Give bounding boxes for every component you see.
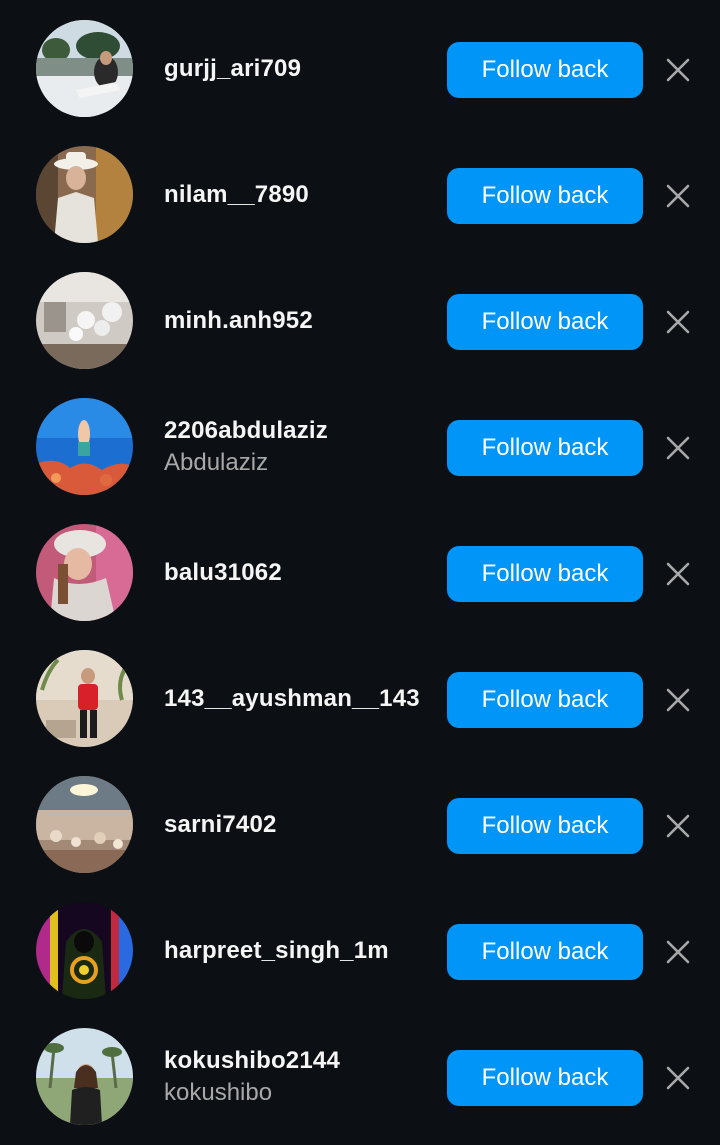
follow-back-button[interactable]: Follow back (447, 420, 643, 476)
avatar-image (36, 902, 133, 999)
close-icon (666, 562, 690, 586)
avatar[interactable] (36, 146, 133, 243)
username[interactable]: nilam__7890 (164, 179, 309, 211)
close-icon (666, 940, 690, 964)
full-name: kokushibo (164, 1079, 273, 1106)
avatar[interactable] (36, 1028, 133, 1125)
username[interactable]: sarni7402 (164, 809, 277, 841)
avatar-image (36, 1028, 133, 1125)
avatar[interactable] (36, 776, 133, 873)
avatar[interactable] (36, 398, 133, 495)
remove-follower-button[interactable] (662, 684, 694, 716)
avatar-image (36, 20, 133, 117)
close-icon (666, 688, 690, 712)
remove-follower-button[interactable] (662, 936, 694, 968)
full-name: Abdulaziz (164, 449, 269, 476)
avatar[interactable] (36, 650, 133, 747)
follower-row[interactable]: balu31062 Follow back (0, 504, 720, 630)
follower-row[interactable]: minh.anh952 Follow back (0, 252, 720, 378)
avatar[interactable] (36, 902, 133, 999)
remove-follower-button[interactable] (662, 180, 694, 212)
follower-row[interactable]: 2206abdulaziz Abdulaziz Follow back (0, 378, 720, 504)
follower-row[interactable]: kokushibo2144 kokushibo Follow back (0, 1008, 720, 1134)
close-icon (666, 310, 690, 334)
avatar-image (36, 398, 133, 495)
close-icon (666, 184, 690, 208)
username[interactable]: harpreet_singh_1m (164, 935, 389, 967)
user-names: balu31062 (164, 504, 282, 642)
user-names: 2206abdulaziz Abdulaziz (164, 378, 328, 516)
follow-back-button[interactable]: Follow back (447, 42, 643, 98)
follow-back-button[interactable]: Follow back (447, 294, 643, 350)
avatar-image (36, 650, 133, 747)
user-names: sarni7402 (164, 756, 277, 894)
follow-back-button[interactable]: Follow back (447, 798, 643, 854)
user-names: kokushibo2144 kokushibo (164, 1008, 340, 1145)
username[interactable]: kokushibo2144 (164, 1045, 340, 1077)
user-names: 143__ayushman__143 (164, 630, 420, 768)
follow-back-button[interactable]: Follow back (447, 924, 643, 980)
follow-back-button[interactable]: Follow back (447, 672, 643, 728)
avatar[interactable] (36, 272, 133, 369)
close-icon (666, 1066, 690, 1090)
user-names: minh.anh952 (164, 252, 313, 390)
remove-follower-button[interactable] (662, 810, 694, 842)
close-icon (666, 436, 690, 460)
remove-follower-button[interactable] (662, 1062, 694, 1094)
remove-follower-button[interactable] (662, 558, 694, 590)
follower-row[interactable]: harpreet_singh_1m Follow back (0, 882, 720, 1008)
username[interactable]: 2206abdulaziz (164, 415, 328, 447)
user-names: nilam__7890 (164, 126, 309, 264)
avatar-image (36, 146, 133, 243)
avatar[interactable] (36, 524, 133, 621)
remove-follower-button[interactable] (662, 432, 694, 464)
remove-follower-button[interactable] (662, 54, 694, 86)
avatar-image (36, 524, 133, 621)
username[interactable]: gurjj_ari709 (164, 53, 301, 85)
follower-row[interactable]: sarni7402 Follow back (0, 756, 720, 882)
user-names: gurjj_ari709 (164, 0, 301, 138)
avatar-image (36, 272, 133, 369)
username[interactable]: minh.anh952 (164, 305, 313, 337)
follower-row[interactable]: nilam__7890 Follow back (0, 126, 720, 252)
follower-row[interactable]: 143__ayushman__143 Follow back (0, 630, 720, 756)
user-names: harpreet_singh_1m (164, 882, 389, 1020)
avatar-image (36, 776, 133, 873)
follow-back-button[interactable]: Follow back (447, 168, 643, 224)
close-icon (666, 58, 690, 82)
follower-row[interactable]: gurjj_ari709 Follow back (0, 0, 720, 126)
followers-list: gurjj_ari709 Follow back nilam__7890 Fol… (0, 0, 720, 1145)
follow-back-button[interactable]: Follow back (447, 546, 643, 602)
username[interactable]: balu31062 (164, 557, 282, 589)
close-icon (666, 814, 690, 838)
remove-follower-button[interactable] (662, 306, 694, 338)
avatar[interactable] (36, 20, 133, 117)
username[interactable]: 143__ayushman__143 (164, 683, 420, 715)
follow-back-button[interactable]: Follow back (447, 1050, 643, 1106)
